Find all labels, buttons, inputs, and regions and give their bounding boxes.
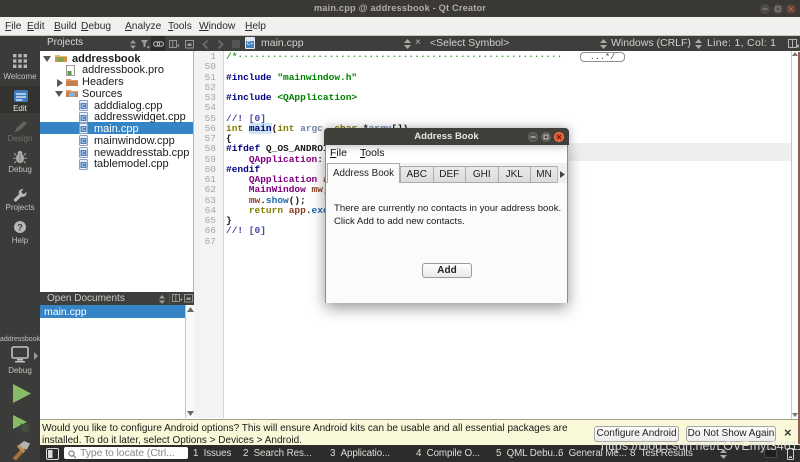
svg-text:C: C [82,116,86,122]
svg-text:C: C [82,104,86,110]
svg-text:C: C [82,151,86,157]
svg-text:?: ? [17,223,23,233]
svg-text:C: C [82,163,86,169]
svg-text:C: C [82,127,86,133]
svg-text:C: C [82,139,86,145]
